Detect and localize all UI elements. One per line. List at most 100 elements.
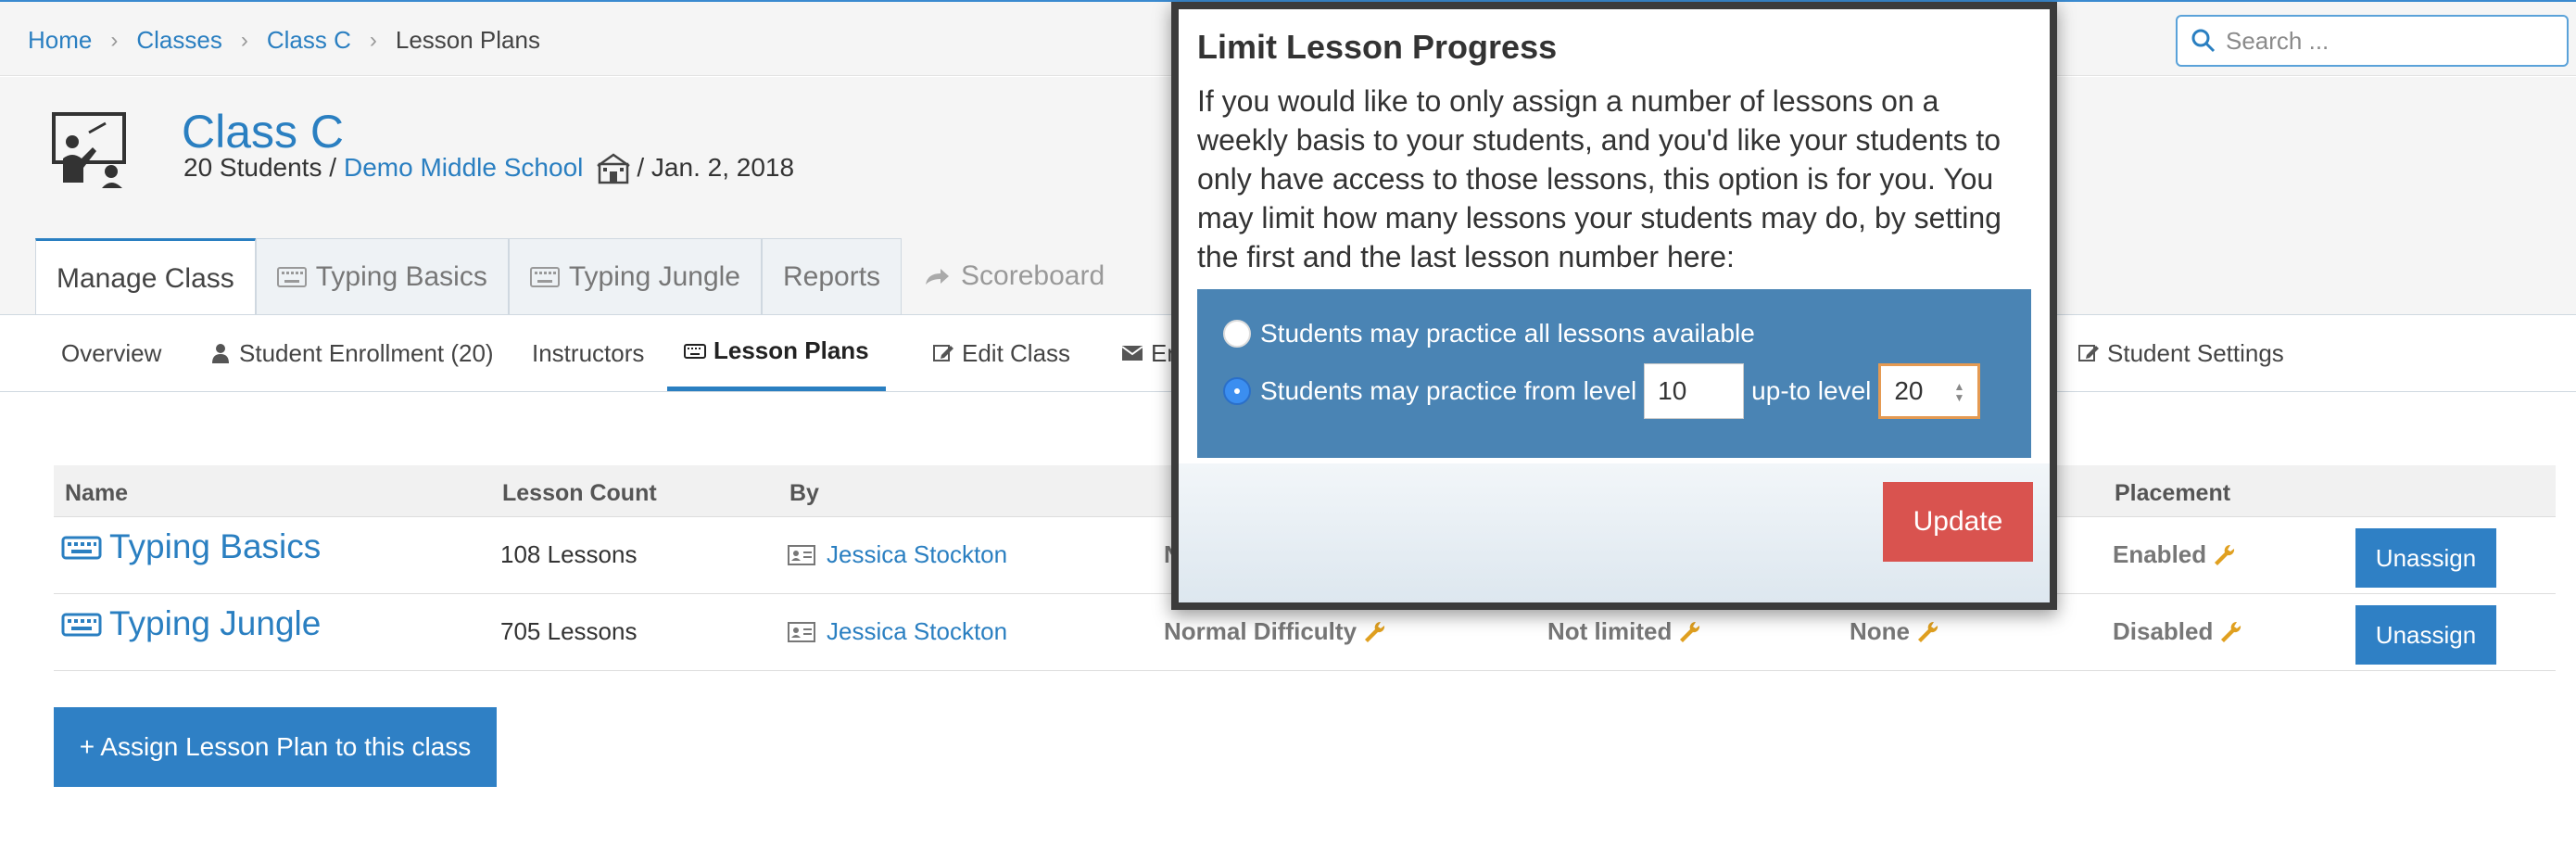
breadcrumb: Home › Classes › Class C › Lesson Plans [28, 26, 540, 55]
subnav-label: Lesson Plans [713, 336, 869, 364]
tab-typing-basics[interactable]: Typing Basics [255, 238, 509, 314]
option-all-lessons[interactable]: Students may practice all lessons availa… [1223, 319, 1755, 349]
subnav-lesson-plans[interactable]: Lesson Plans [667, 315, 886, 391]
subnav-label: Student Enrollment (20) [239, 338, 494, 367]
wrench-icon [2215, 544, 2235, 565]
options-panel: Students may practice all lessons availa… [1197, 289, 2031, 458]
option-level-range[interactable]: Students may practice from level 10 up-t… [1223, 363, 1988, 419]
keyboard-icon [276, 266, 307, 287]
wrench-icon [1365, 621, 1385, 642]
teacher-board-icon [52, 112, 126, 188]
assign-lesson-plan-button[interactable]: + Assign Lesson Plan to this class [54, 707, 497, 787]
lesson-count: 705 Lessons [500, 617, 638, 645]
subnav-label: Edit Class [962, 338, 1071, 367]
option-all-label: Students may practice all lessons availa… [1260, 319, 1755, 348]
radio-level-range[interactable] [1223, 377, 1251, 405]
difficulty-cell[interactable]: Normal Difficulty [1164, 617, 1386, 646]
placement-value: Disabled [2113, 617, 2214, 645]
column-header-name: Name [65, 480, 129, 506]
author-cell: Jessica Stockton [788, 617, 1007, 646]
subnav-student-enrollment[interactable]: Student Enrollment (20) [209, 315, 494, 391]
share-icon [926, 269, 950, 285]
tab-label: Typing Basics [315, 260, 487, 292]
plan-name-link[interactable]: Typing Basics [61, 527, 321, 566]
author-link[interactable]: Jessica Stockton [827, 540, 1007, 569]
subnav-student-settings[interactable]: Student Settings [2077, 315, 2284, 391]
school-link[interactable]: Demo Middle School [344, 153, 583, 183]
spinner-icon[interactable]: ▲ ▼ [1953, 381, 1964, 403]
search-icon [2191, 29, 2216, 53]
breadcrumb-class-c[interactable]: Class C [267, 26, 351, 55]
plan-name-link[interactable]: Typing Jungle [61, 604, 321, 643]
tab-label: Manage Class [57, 262, 234, 294]
chevron-right-icon: › [110, 27, 119, 53]
keyboard-icon [61, 613, 102, 637]
option-range-label: Students may practice from level [1260, 376, 1637, 405]
id-card-icon [788, 621, 815, 642]
from-level-input[interactable]: 10 [1644, 363, 1745, 419]
subnav-label: Student Settings [2107, 338, 2284, 367]
modal-footer: Update [1179, 463, 2050, 602]
subnav-edit-class[interactable]: Edit Class [932, 315, 1070, 391]
lesson-count: 108 Lessons [500, 540, 638, 568]
subnav-overview[interactable]: Overview [61, 315, 161, 391]
tab-scoreboard[interactable]: Scoreboard [902, 238, 1125, 314]
column-header-placement: Placement [2115, 480, 2231, 506]
placement-cell[interactable]: Disabled [2113, 617, 2242, 646]
column-header-by: By [789, 480, 819, 506]
main-tabs: Manage Class Typing Basics Typing Jungle… [35, 238, 1125, 316]
author-cell: Jessica Stockton [788, 540, 1007, 569]
to-level-value: 20 [1894, 376, 1924, 405]
envelope-icon [1121, 346, 1143, 361]
edit-icon [2078, 345, 2099, 361]
class-date: / Jan. 2, 2018 [637, 153, 795, 182]
column-header-lesson-count: Lesson Count [502, 480, 657, 506]
student-count: 20 Students / [183, 153, 337, 182]
subnav-label: Instructors [532, 338, 645, 367]
author-link[interactable]: Jessica Stockton [827, 617, 1007, 646]
to-level-input[interactable]: 20 ▲ ▼ [1878, 363, 1981, 419]
wrench-icon [2221, 621, 2241, 642]
unassign-button[interactable]: Unassign [2355, 528, 2496, 588]
radio-all-lessons[interactable] [1223, 320, 1251, 348]
modal-title: Limit Lesson Progress [1197, 28, 1558, 66]
tab-manage-class[interactable]: Manage Class [35, 238, 256, 316]
wrench-icon [1918, 621, 1938, 642]
subnav-instructors[interactable]: Instructors [532, 315, 644, 391]
second-setting-cell[interactable]: None [1850, 617, 1939, 646]
difficulty-value: Normal Difficulty [1164, 617, 1357, 645]
modal-description: If you would like to only assign a numbe… [1197, 84, 2001, 273]
tab-label: Typing Jungle [568, 260, 740, 292]
plan-name-text: Typing Jungle [109, 604, 322, 642]
tab-label: Reports [783, 260, 881, 292]
search-box [2176, 15, 2569, 67]
breadcrumb-home[interactable]: Home [28, 26, 92, 55]
search-input[interactable] [2226, 26, 2559, 56]
unassign-button[interactable]: Unassign [2355, 605, 2496, 665]
wrench-icon [1680, 621, 1700, 642]
update-button[interactable]: Update [1883, 482, 2033, 562]
keyboard-icon [684, 343, 706, 359]
option-range-mid-label: up-to level [1751, 376, 1872, 405]
tab-reports[interactable]: Reports [762, 238, 903, 314]
keyboard-icon [529, 266, 560, 287]
keyboard-icon [61, 536, 102, 560]
school-building-icon [597, 153, 631, 184]
chevron-right-icon: › [369, 27, 377, 53]
plan-name-text: Typing Basics [109, 527, 322, 565]
tab-label: Scoreboard [961, 260, 1105, 291]
second-setting-value: None [1850, 617, 1910, 645]
class-subtitle: 20 Students / Demo Middle School / Jan. … [183, 151, 794, 184]
edit-icon [933, 345, 953, 361]
breadcrumb-classes[interactable]: Classes [136, 26, 221, 55]
tab-typing-jungle[interactable]: Typing Jungle [508, 238, 762, 314]
chevron-right-icon: › [240, 27, 248, 53]
user-icon [212, 344, 229, 363]
id-card-icon [788, 544, 815, 565]
subnav-label: Overview [61, 338, 162, 367]
placement-cell[interactable]: Enabled [2113, 540, 2236, 569]
placement-value: Enabled [2113, 540, 2207, 568]
breadcrumb-current: Lesson Plans [395, 26, 540, 54]
limit-lesson-progress-modal: Limit Lesson Progress If you would like … [1171, 2, 2057, 610]
limit-cell[interactable]: Not limited [1547, 617, 1701, 646]
